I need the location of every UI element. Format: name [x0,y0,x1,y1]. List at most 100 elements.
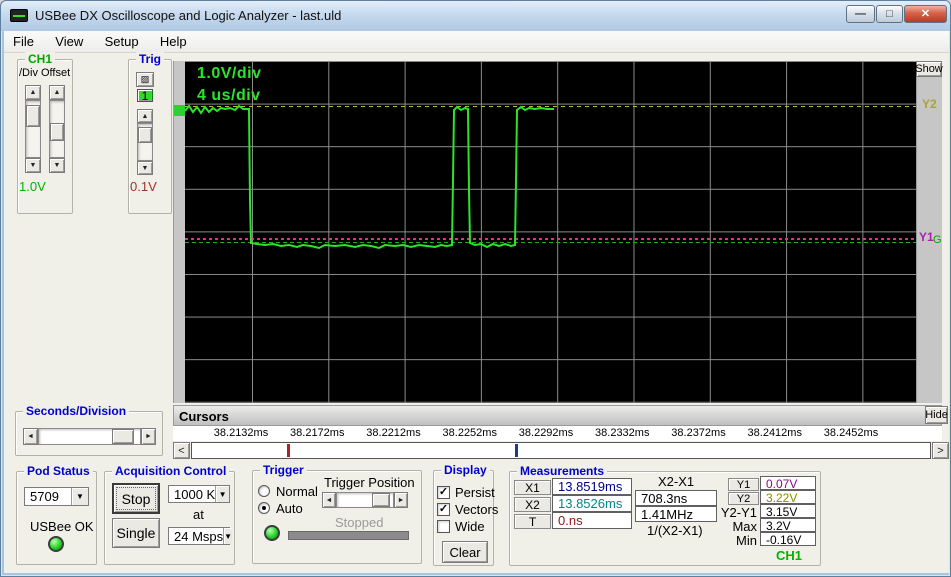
trigger-source-button[interactable]: 1 [137,89,153,103]
ch1-voltsdiv-scrollbar[interactable]: ▲ ▼ [25,85,41,173]
cursor-timestamp: 38.2252ms [442,427,497,439]
hide-button[interactable]: Hide [925,406,948,424]
scope-display[interactable]: 1.0V/div 4 us/div [185,61,916,403]
max-value: 3.2V [760,518,816,532]
scroll-left-icon[interactable]: ◄ [322,492,336,508]
dropdown-arrow-icon[interactable]: ▼ [215,486,229,502]
close-button[interactable]: ✕ [904,5,947,23]
display-title: Display [441,463,490,477]
menu-file[interactable]: File [4,31,43,49]
clear-button[interactable]: Clear [442,541,488,563]
y2-button[interactable]: Y2 [728,492,759,505]
wide-label[interactable]: Wide [455,519,485,534]
menu-help[interactable]: Help [151,31,196,49]
scroll-down-icon[interactable]: ▼ [25,158,41,173]
pod-status-led [48,536,64,552]
cursor-timestamp: 38.2372ms [671,427,726,439]
trigger-position-thumb[interactable] [372,493,390,507]
window-title: USBee DX Oscilloscope and Logic Analyzer… [35,8,342,23]
ch1-offset-thumb[interactable] [50,123,64,141]
x2-button[interactable]: X2 [514,497,551,512]
x1-cursor-marker[interactable] [287,444,290,457]
scroll-right-icon[interactable]: ► [394,492,408,508]
buffer-size-select[interactable]: 1000 K ▼ [168,485,230,503]
trigger-position-track[interactable] [336,492,394,508]
dropdown-arrow-icon[interactable]: ▼ [71,488,88,505]
menu-view[interactable]: View [46,31,92,49]
inverse-x2x1-label: 1/(X2-X1) [647,523,703,538]
wide-checkbox[interactable] [437,520,450,533]
sample-rate-select[interactable]: 24 Msps ▼ [168,527,233,545]
x2-cursor-marker[interactable] [515,444,518,457]
y2-cursor-label[interactable]: Y2 [922,97,937,111]
frequency-value: 1.41MHz [635,506,717,522]
cursors-header: Cursors [173,405,942,426]
scroll-up-icon[interactable]: ▲ [25,85,41,100]
trigger-auto-radio[interactable] [258,502,270,514]
pod-status-title: Pod Status [24,464,93,478]
cursor-timestamp: 38.2412ms [747,427,802,439]
trigger-normal-radio[interactable] [258,485,270,497]
scope-right-strip: Y2 Y1 G [916,61,942,403]
y2-value: 3.22V [760,490,816,504]
trigger-normal-label[interactable]: Normal [276,484,318,499]
trigger-level-scrollbar[interactable]: ▲ ▼ [137,109,153,175]
acquisition-title: Acquisition Control [112,464,230,478]
acquisition-progress-bar [288,531,409,540]
y1-value: 0.07V [760,476,816,490]
x1-button[interactable]: X1 [514,480,551,495]
pod-status-text: USBee OK [30,519,94,534]
ch1-voltsdiv-thumb[interactable] [26,105,40,127]
max-label: Max [732,519,757,534]
menu-setup[interactable]: Setup [96,31,148,49]
ch1-offset-scrollbar[interactable]: ▲ ▼ [49,85,65,173]
trigger-title: Trigger [260,463,307,477]
ch1-voltsdiv-track[interactable] [25,100,41,158]
trigger-level-track[interactable] [137,123,153,161]
trigger-pattern-button[interactable]: ▨ [136,72,154,87]
y2y1-value: 3.15V [760,504,816,518]
pod-select[interactable]: 5709 ▼ [24,487,89,506]
y1-button[interactable]: Y1 [728,478,759,491]
title-bar[interactable]: USBee DX Oscilloscope and Logic Analyzer… [1,1,950,31]
waveform-trace [185,104,554,250]
single-button[interactable]: Single [112,518,160,548]
cursor-timestamp: 38.2452ms [823,427,879,439]
scroll-up-icon[interactable]: ▲ [137,109,153,123]
x2x1-label: X2-X1 [658,474,695,489]
scroll-down-icon[interactable]: ▼ [49,158,65,173]
delta-time-value: 708.3ns [635,490,717,506]
dropdown-arrow-icon[interactable]: ▼ [223,528,233,544]
show-button[interactable]: Show [915,61,943,77]
ch1-offset-track[interactable] [49,100,65,158]
t-button[interactable]: T [514,514,551,529]
maximize-button[interactable]: □ [876,5,903,23]
scroll-right-icon[interactable]: ► [141,428,156,445]
cursor-scroll-left-icon[interactable]: < [173,442,190,459]
minimize-button[interactable]: — [846,5,875,23]
seconds-division-scrollbar[interactable]: ◄ ► [23,428,156,445]
cursor-track[interactable] [191,442,931,459]
scroll-up-icon[interactable]: ▲ [49,85,65,100]
stop-button[interactable]: Stop [112,483,160,514]
ground-label: G [933,234,942,246]
trigger-auto-label[interactable]: Auto [276,501,303,516]
trig-panel-title: Trig [136,52,165,66]
y1-cursor-label[interactable]: Y1 [919,230,934,244]
seconds-division-track[interactable] [38,428,141,445]
vectors-checkbox[interactable]: ✓ [437,503,450,516]
scroll-left-icon[interactable]: ◄ [23,428,38,445]
scope-left-strip [173,61,186,403]
seconds-division-thumb[interactable] [112,429,134,444]
persist-label[interactable]: Persist [455,485,495,500]
trigger-level-value: 0.1V [130,179,157,194]
cursor-timestamp: 38.2132ms [213,427,269,439]
vectors-label[interactable]: Vectors [455,502,498,517]
sample-rate-value: 24 Msps [174,529,224,544]
persist-checkbox[interactable]: ✓ [437,486,450,499]
app-window: USBee DX Oscilloscope and Logic Analyzer… [0,0,951,577]
scroll-down-icon[interactable]: ▼ [137,161,153,175]
cursor-scroll-right-icon[interactable]: > [932,442,949,459]
trigger-level-thumb[interactable] [138,127,152,143]
trigger-position-scrollbar[interactable]: ◄ ► [322,492,408,508]
